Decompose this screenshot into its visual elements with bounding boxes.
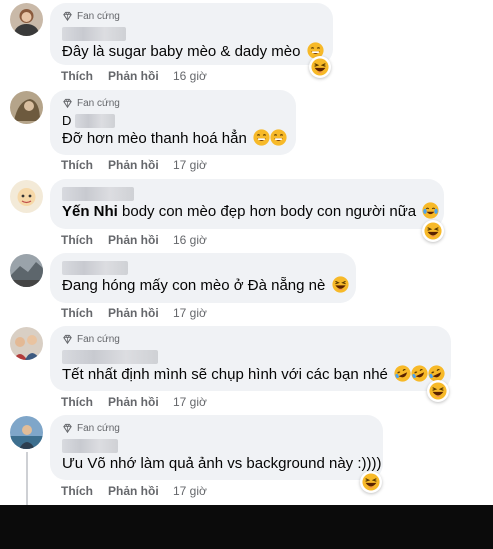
blurred-name: [75, 113, 116, 128]
timestamp[interactable]: 17 giờ: [173, 395, 207, 409]
diamond-icon: [63, 334, 72, 344]
comment-bubble: Yến Nhi body con mèo đẹp hơn body con ng…: [50, 179, 444, 229]
timestamp[interactable]: 16 giờ: [173, 69, 207, 83]
reply-button[interactable]: Phản hồi: [108, 484, 173, 498]
reaction-count[interactable]: [309, 56, 331, 78]
like-button[interactable]: Thích: [61, 306, 108, 320]
author-name[interactable]: [62, 259, 344, 276]
grin-emoji-icon: [269, 129, 287, 146]
comment-bubble: Fan cứng Tết nhất định mình sẽ chụp hình…: [50, 326, 451, 391]
comment-text: Đây là sugar baby mèo & dady mèo: [62, 42, 324, 62]
laugh-emoji-icon: [429, 382, 447, 400]
comment-text: Ưu Võ nhớ làm quả ảnh vs background này …: [62, 455, 382, 472]
like-button[interactable]: Thích: [61, 69, 108, 83]
author-name[interactable]: [62, 185, 432, 202]
comment-bubble: Fan cứng Đây là sugar baby mèo & dady mè…: [50, 3, 333, 65]
reaction-count[interactable]: [422, 220, 444, 242]
mention-link[interactable]: Yến Nhi: [62, 203, 118, 220]
badge-label: Fan cứng: [77, 333, 120, 345]
comment-actions: Thích Phản hồi 17 giờ: [61, 484, 207, 498]
like-button[interactable]: Thích: [61, 158, 108, 172]
avatar[interactable]: [10, 254, 43, 287]
author-name-initial: D: [62, 113, 72, 128]
comment-actions: Thích Phản hồi 17 giờ: [61, 306, 207, 320]
laugh-emoji-icon: [331, 276, 349, 293]
fan-badge[interactable]: Fan cứng: [62, 9, 321, 23]
fan-badge[interactable]: Fan cứng: [62, 421, 371, 435]
comment-text: Tết nhất định mình sẽ chụp hình với các …: [62, 365, 446, 385]
timestamp[interactable]: 17 giờ: [173, 306, 207, 320]
blurred-name: [62, 186, 134, 201]
reaction-count[interactable]: [427, 380, 449, 402]
comment-bubble: Fan cứng Ưu Võ nhớ làm quả ảnh vs backgr…: [50, 415, 383, 480]
reply-button[interactable]: Phản hồi: [108, 395, 173, 409]
comment-text: Yến Nhi body con mèo đẹp hơn body con ng…: [62, 202, 440, 222]
avatar[interactable]: [10, 3, 43, 36]
like-button[interactable]: Thích: [61, 233, 108, 247]
comment-actions: Thích Phản hồi 17 giờ: [61, 158, 207, 172]
tears-emoji-icon: [422, 202, 440, 219]
comment-text: Đỡ hơn mèo thanh hoá hẳn: [62, 129, 287, 149]
reply-button[interactable]: Phản hồi: [108, 306, 173, 320]
avatar[interactable]: [10, 327, 43, 360]
diamond-icon: [63, 11, 72, 21]
author-name[interactable]: [62, 25, 321, 42]
comment-actions: Thích Phản hồi 16 giờ: [61, 233, 207, 247]
laugh-emoji-icon: [424, 222, 442, 240]
blurred-name: [62, 349, 158, 364]
comment-text: Đang hóng mấy con mèo ở Đà nẵng nè: [62, 276, 349, 296]
rofl-emoji-icon: [394, 365, 412, 382]
tears-emoji-icon: [252, 129, 270, 146]
reply-button[interactable]: Phản hồi: [108, 69, 173, 83]
bottom-black-bar: [0, 505, 493, 549]
blurred-name: [62, 438, 118, 453]
reply-button[interactable]: Phản hồi: [108, 233, 173, 247]
avatar[interactable]: [10, 180, 43, 213]
like-button[interactable]: Thích: [61, 395, 108, 409]
like-button[interactable]: Thích: [61, 484, 108, 498]
thread-line: [26, 452, 28, 505]
timestamp[interactable]: 16 giờ: [173, 233, 207, 247]
comment-bubble: Fan cứng D Đỡ hơn mèo thanh hoá hẳn: [50, 90, 296, 155]
avatar[interactable]: [10, 416, 43, 449]
comment-actions: Thích Phản hồi 17 giờ: [61, 395, 207, 409]
comment-bubble: Đang hóng mấy con mèo ở Đà nẵng nè: [50, 253, 356, 303]
laugh-emoji-icon: [311, 58, 329, 76]
fan-badge[interactable]: Fan cứng: [62, 332, 439, 346]
timestamp[interactable]: 17 giờ: [173, 484, 207, 498]
avatar[interactable]: [10, 91, 43, 124]
rofl-emoji-icon: [411, 365, 429, 382]
author-name[interactable]: [62, 348, 439, 365]
reply-button[interactable]: Phản hồi: [108, 158, 173, 172]
badge-label: Fan cứng: [77, 10, 120, 22]
laugh-emoji-icon: [362, 473, 380, 491]
blurred-name: [62, 26, 126, 41]
badge-label: Fan cứng: [77, 97, 120, 109]
timestamp[interactable]: 17 giờ: [173, 158, 207, 172]
author-name[interactable]: D: [62, 112, 284, 129]
blurred-name: [62, 260, 128, 275]
author-name[interactable]: [62, 437, 371, 454]
comment-actions: Thích Phản hồi 16 giờ: [61, 69, 207, 83]
reaction-count[interactable]: [360, 471, 382, 493]
diamond-icon: [63, 98, 72, 108]
badge-label: Fan cứng: [77, 422, 120, 434]
diamond-icon: [63, 423, 72, 433]
fan-badge[interactable]: Fan cứng: [62, 96, 284, 110]
